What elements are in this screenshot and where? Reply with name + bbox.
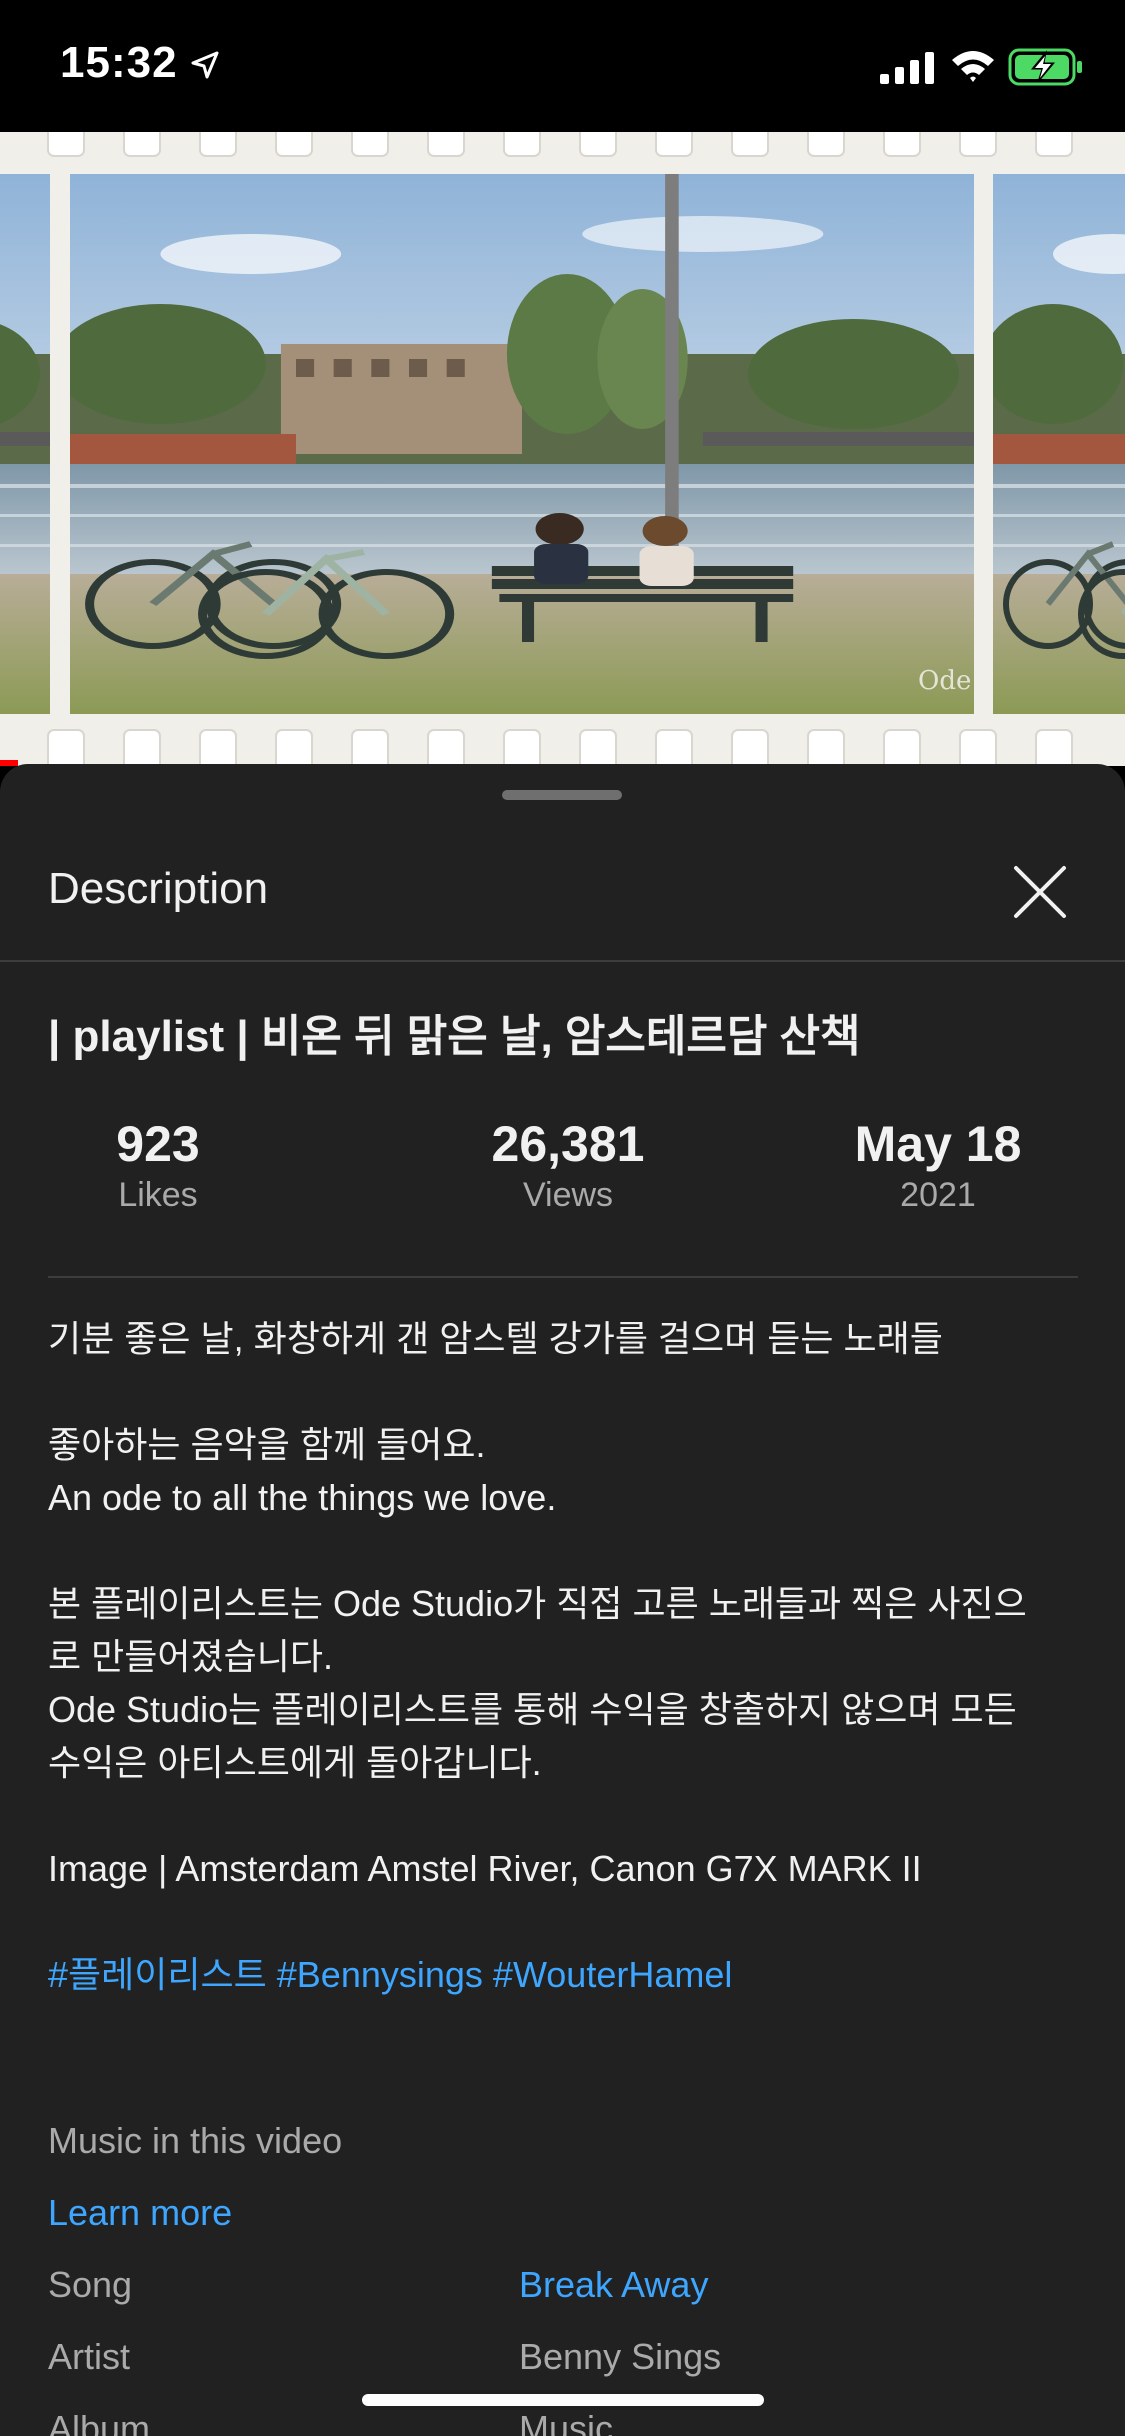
description-line: An ode to all the things we love. xyxy=(48,1477,557,1518)
description-line: 좋아하는 음악을 함께 들어요. xyxy=(48,1424,486,1465)
stats-divider xyxy=(48,1276,1078,1278)
battery-charging-icon xyxy=(1008,48,1082,86)
publish-date: May 18 xyxy=(854,1116,1022,1172)
wifi-icon xyxy=(952,51,994,82)
hashtag-link[interactable]: #플레이리스트 xyxy=(48,1954,267,1995)
description-line: 로 만들어졌습니다. xyxy=(48,1636,333,1677)
music-song-link[interactable]: Break Away xyxy=(519,2264,708,2306)
description-line: Image | Amsterdam Amstel River, Canon G7… xyxy=(48,1848,922,1889)
status-time: 15:32 xyxy=(60,38,178,87)
music-artist-label: Artist xyxy=(48,2336,131,2377)
description-sheet: Description | playlist | 비온 뒤 맑은 날, 암스테르… xyxy=(0,764,1125,2436)
description-line: Ode Studio는 플레이리스트를 통해 수익을 창출하지 않으며 모든 xyxy=(48,1689,1017,1730)
likes-count: 923 xyxy=(116,1116,200,1172)
music-album-label: Album xyxy=(48,2408,151,2436)
stat-date: May 18 2021 xyxy=(798,1114,1078,1215)
description-line: 기분 좋은 날, 화창하게 갠 암스텔 강가를 걸으며 듣는 노래들 xyxy=(48,1318,943,1359)
video-title: | playlist | 비온 뒤 맑은 날, 암스테르담 산책 xyxy=(48,1012,861,1061)
home-indicator[interactable] xyxy=(362,2394,764,2406)
music-section-heading: Music in this video xyxy=(48,2120,343,2161)
cellular-signal-icon xyxy=(880,52,934,84)
music-album-value: Music xyxy=(519,2408,614,2436)
close-icon[interactable] xyxy=(1012,864,1068,920)
status-bar: 15:32 xyxy=(0,0,1125,132)
description-line: 본 플레이리스트는 Ode Studio가 직접 고른 노래들과 찍은 사진으 xyxy=(48,1583,1027,1624)
hashtag-link[interactable]: #Bennysings xyxy=(277,1954,483,1995)
views-count: 26,381 xyxy=(491,1116,645,1172)
location-arrow-icon xyxy=(191,51,219,79)
stat-views: 26,381 Views xyxy=(408,1114,728,1215)
drag-handle[interactable] xyxy=(502,790,622,800)
hashtag-link[interactable]: #WouterHamel xyxy=(493,1954,732,1995)
hashtags: #플레이리스트 #Bennysings #WouterHamel xyxy=(48,1948,1088,2001)
likes-label: Likes xyxy=(118,1176,198,1214)
learn-more-link[interactable]: Learn more xyxy=(48,2192,232,2234)
header-divider xyxy=(0,960,1125,962)
video-stats: 923 Likes 26,381 Views May 18 2021 xyxy=(48,1114,1078,1224)
views-label: Views xyxy=(522,1176,614,1214)
publish-year: 2021 xyxy=(900,1176,976,1214)
music-song-label: Song xyxy=(48,2264,133,2305)
video-player[interactable]: Ode xyxy=(0,132,1125,766)
description-line: 수익은 아티스트에게 돌아갑니다. xyxy=(48,1742,542,1783)
video-watermark: Ode xyxy=(918,666,972,696)
music-artist-value: Benny Sings xyxy=(519,2336,722,2377)
sheet-title: Description xyxy=(48,864,269,913)
stat-likes: 923 Likes xyxy=(48,1114,268,1215)
progress-bar[interactable] xyxy=(0,760,18,766)
